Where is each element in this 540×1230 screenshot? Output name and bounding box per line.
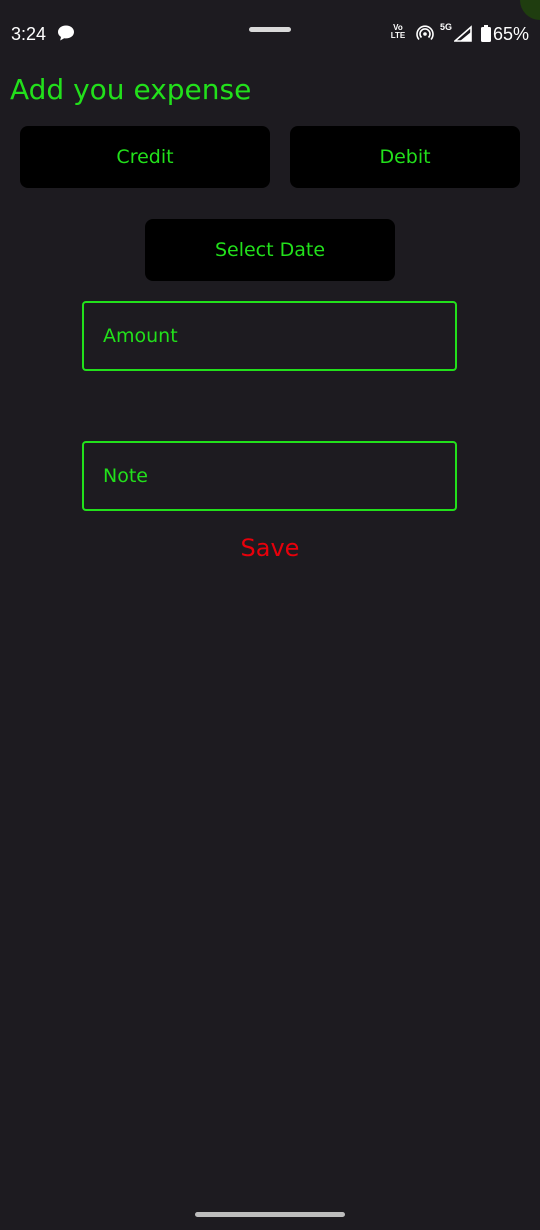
select-date-button[interactable]: Select Date bbox=[145, 219, 395, 281]
credit-button[interactable]: Credit bbox=[20, 126, 270, 188]
notification-handle[interactable] bbox=[249, 27, 291, 32]
home-indicator[interactable] bbox=[195, 1212, 345, 1217]
page-title: Add you expense bbox=[10, 73, 252, 106]
status-bar: 3:24 Vo LTE 5G 65% bbox=[0, 0, 540, 66]
volte-icon: Vo LTE bbox=[390, 23, 406, 40]
debit-button[interactable]: Debit bbox=[290, 126, 520, 188]
note-input[interactable] bbox=[84, 465, 455, 487]
network-5g-label: 5G bbox=[440, 22, 453, 32]
battery-percentage: 65% bbox=[493, 24, 530, 44]
signal-icon: 5G bbox=[440, 22, 476, 44]
status-time: 3:24 bbox=[11, 24, 47, 44]
save-button[interactable]: Save bbox=[0, 533, 540, 563]
amount-field[interactable] bbox=[82, 301, 457, 371]
chat-bubble-icon bbox=[57, 24, 75, 42]
note-field[interactable] bbox=[82, 441, 457, 511]
battery-icon bbox=[481, 25, 491, 42]
amount-input[interactable] bbox=[84, 325, 455, 347]
hotspot-icon bbox=[416, 24, 434, 42]
